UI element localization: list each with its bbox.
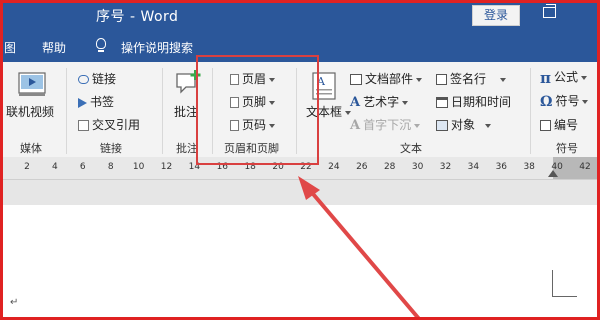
annotation-arrow <box>298 176 422 320</box>
